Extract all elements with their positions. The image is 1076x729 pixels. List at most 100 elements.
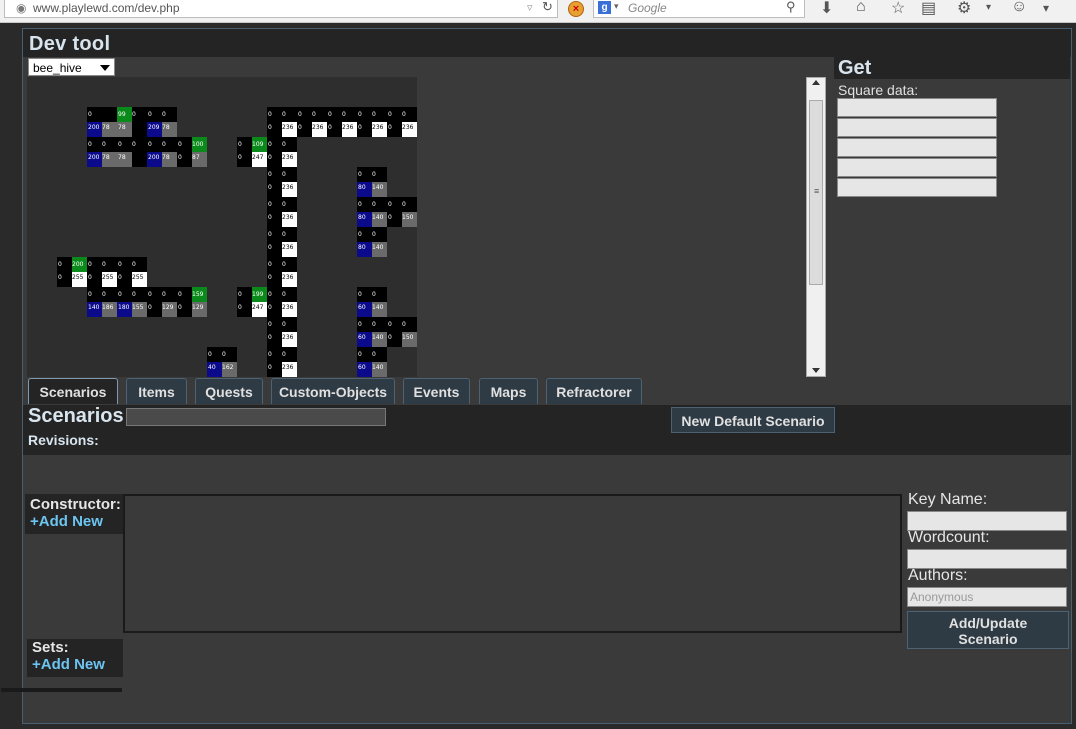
- scenarios-header: Scenarios Revisions:: [23, 405, 1071, 455]
- google-icon[interactable]: g: [598, 1, 611, 14]
- constructor-add-new-link[interactable]: +Add New: [30, 513, 103, 530]
- map-tile[interactable]: 99 0 78: [117, 107, 147, 137]
- bookmarks-list-icon[interactable]: ▤: [921, 0, 936, 18]
- tile-value: 0: [118, 261, 122, 268]
- map-tile[interactable]: 0 0 0 236: [267, 137, 297, 167]
- map-tile[interactable]: 0 109 0 247: [237, 137, 267, 167]
- map-tile[interactable]: 0 159 0 129: [177, 287, 207, 317]
- tab-items[interactable]: Items: [126, 378, 187, 404]
- extension-dropdown-icon[interactable]: ▾: [986, 2, 991, 13]
- map-tile[interactable]: 0 0 200 78: [87, 137, 117, 167]
- map-tile[interactable]: 0 0 0 129: [147, 287, 177, 317]
- scroll-down-icon[interactable]: [812, 368, 820, 373]
- tile-value: 80: [358, 184, 366, 191]
- tile-value: 0: [358, 321, 362, 328]
- map-tile[interactable]: 0 200 78: [87, 107, 117, 137]
- tab-quests[interactable]: Quests: [195, 378, 263, 404]
- tile-value: 0: [358, 201, 362, 208]
- map-tile[interactable]: 0 0 60 140: [357, 317, 387, 347]
- map-tile[interactable]: 0 0 0 236: [267, 227, 297, 257]
- map-tile[interactable]: 0 0 209 78: [147, 107, 177, 137]
- map-tile[interactable]: 0 0 0 236: [357, 107, 387, 137]
- map-tile[interactable]: 0 0 0 236: [267, 347, 297, 377]
- map-tile[interactable]: 0 0 60 140: [357, 287, 387, 317]
- tab-events[interactable]: Events: [403, 378, 470, 404]
- tile-value: 0: [358, 171, 362, 178]
- map-tile[interactable]: 0 0 0 236: [267, 107, 297, 137]
- sets-add-new-link[interactable]: +Add New: [32, 656, 105, 673]
- profile-icon[interactable]: ☺: [1011, 0, 1027, 16]
- tile-value: 140: [372, 304, 384, 311]
- map-tile[interactable]: 0 0 0 150: [387, 197, 417, 227]
- wordcount-input[interactable]: [907, 549, 1067, 569]
- search-icon[interactable]: ⚲: [786, 0, 796, 15]
- add-update-scenario-button[interactable]: Add/Update Scenario: [907, 611, 1069, 649]
- map-tile[interactable]: 0 0 180 155: [117, 287, 147, 317]
- bookmark-star-icon[interactable]: ☆: [891, 0, 905, 18]
- reload-icon[interactable]: ↻: [542, 0, 553, 15]
- map-tile[interactable]: 0 0 40 162: [207, 347, 237, 377]
- map-tile[interactable]: 0 0 0 236: [387, 107, 417, 137]
- scrollbar-thumb[interactable]: ≡: [809, 100, 823, 285]
- url-dropdown-icon[interactable]: ▿: [527, 1, 533, 14]
- tile-value: 0: [282, 261, 286, 268]
- extension-icon[interactable]: ⚙: [957, 0, 971, 18]
- tab-refractorer[interactable]: Refractorer: [546, 378, 642, 404]
- square-data-field-3[interactable]: [837, 138, 997, 157]
- tile-value: 78: [118, 124, 126, 131]
- map-tile[interactable]: 0 0 200 78: [147, 137, 177, 167]
- map-tile[interactable]: 0 0 140 186: [87, 287, 117, 317]
- tile-value: 247: [252, 154, 264, 161]
- map-tile[interactable]: 0 0 0 150: [387, 317, 417, 347]
- tile-value: 0: [388, 321, 392, 328]
- tab-scenarios[interactable]: Scenarios: [28, 378, 118, 404]
- stop-icon[interactable]: ×: [568, 1, 584, 17]
- menu-dropdown-icon[interactable]: ▾: [1043, 1, 1049, 15]
- square-data-label: Square data:: [838, 82, 919, 98]
- url-bar[interactable]: ◉ www.playlewd.com/dev.php ▿ ↻: [4, 0, 558, 18]
- map-tile[interactable]: 0 100 0 87: [177, 137, 207, 167]
- tile-value: 0: [268, 351, 272, 358]
- map-scrollbar[interactable]: ≡: [806, 77, 826, 377]
- map-tile[interactable]: 0 0 80 140: [357, 167, 387, 197]
- search-engine-dropdown-icon[interactable]: ▾: [614, 1, 619, 12]
- map-tile[interactable]: 0 0 0 236: [267, 287, 297, 317]
- tile-value: 0: [238, 141, 242, 148]
- map-tile[interactable]: 0 0 0 236: [267, 197, 297, 227]
- map-tile[interactable]: 0 0 80 140: [357, 197, 387, 227]
- map-tile[interactable]: 0 0 0 236: [267, 257, 297, 287]
- map-tile[interactable]: 0 0 0 236: [267, 317, 297, 347]
- map-grid[interactable]: 0 200 78 99 0 78 0 0 209 78 0 0 200 78 0 0 78 0 0 200 78 0 100…: [27, 77, 417, 377]
- map-tile[interactable]: 0 0 80 140: [357, 227, 387, 257]
- scenario-name-input[interactable]: [126, 408, 386, 426]
- square-data-field-4[interactable]: [837, 158, 997, 177]
- square-data-field-2[interactable]: [837, 118, 997, 137]
- key-name-input[interactable]: [907, 511, 1067, 531]
- authors-input[interactable]: Anonymous: [907, 587, 1067, 607]
- tile-value: 129: [162, 304, 174, 311]
- square-data-field-5[interactable]: [837, 178, 997, 197]
- scroll-up-icon[interactable]: [812, 80, 820, 85]
- constructor-editor[interactable]: [123, 494, 902, 633]
- map-tile[interactable]: 0 0 0 236: [297, 107, 327, 137]
- download-icon[interactable]: ⬇: [820, 0, 833, 18]
- map-tile[interactable]: 0 0 60 140: [357, 347, 387, 377]
- tile-value: 0: [282, 231, 286, 238]
- map-tile[interactable]: 0 0 78: [117, 137, 147, 167]
- new-default-scenario-button[interactable]: New Default Scenario: [671, 407, 835, 433]
- search-bar[interactable]: g ▾ Google ⚲: [593, 0, 805, 18]
- tile-value: 0: [282, 291, 286, 298]
- map-select[interactable]: bee_hive: [28, 58, 115, 76]
- map-tile[interactable]: 0 0 0 255: [87, 257, 117, 287]
- map-tile[interactable]: 0 200 0 255: [57, 257, 87, 287]
- tab-maps[interactable]: Maps: [479, 378, 538, 404]
- square-data-field-1[interactable]: [837, 98, 997, 117]
- tab-custom-objects[interactable]: Custom-Objects: [271, 378, 395, 404]
- tile-value: 0: [88, 141, 92, 148]
- map-tile[interactable]: 0 0 0 236: [267, 167, 297, 197]
- map-tile[interactable]: 0 0 0 255: [117, 257, 147, 287]
- map-tile[interactable]: 0 0 0 236: [327, 107, 357, 137]
- tile-value: 0: [88, 291, 92, 298]
- home-icon[interactable]: ⌂: [856, 0, 866, 16]
- map-tile[interactable]: 0 199 0 247: [237, 287, 267, 317]
